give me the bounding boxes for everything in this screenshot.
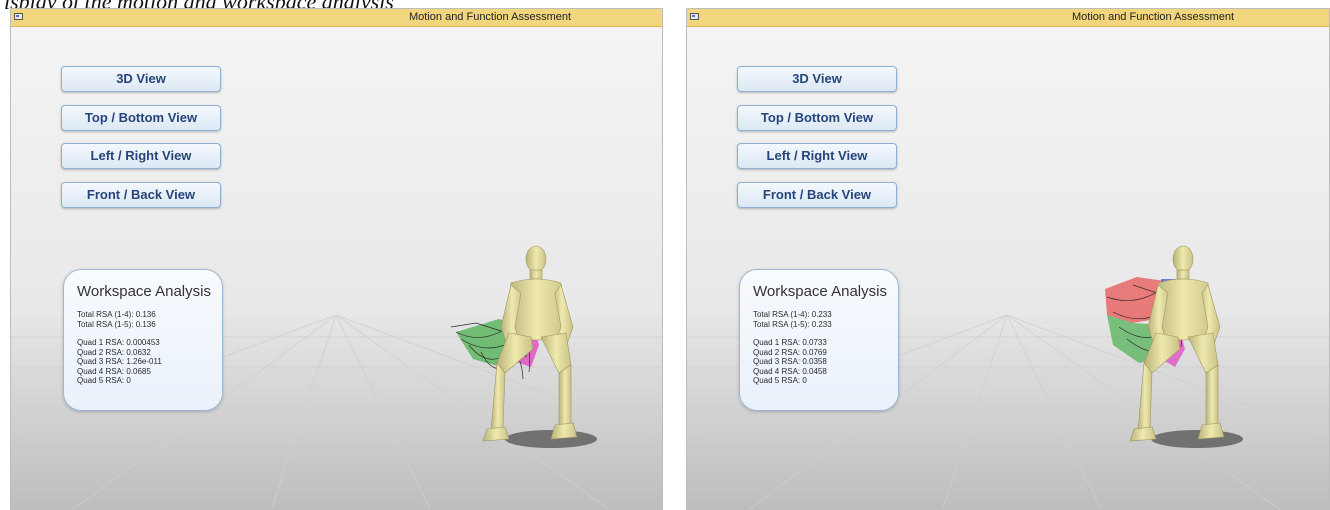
quad-4-rsa: Quad 4 RSA: 0.0458 bbox=[753, 366, 827, 376]
panel-title: Workspace Analysis bbox=[753, 283, 887, 300]
panel-title: Workspace Analysis bbox=[77, 283, 211, 300]
quad-3-rsa: Quad 3 RSA: 0.0358 bbox=[753, 357, 827, 366]
window-menu-icon[interactable] bbox=[14, 13, 23, 20]
quad-3-rsa: Quad 3 RSA: 1.26e-011 bbox=[77, 357, 162, 366]
total-rsa-1-5: Total RSA (1-5): 0.136 bbox=[77, 319, 156, 329]
top-bottom-view-button[interactable]: Top / Bottom View bbox=[61, 105, 221, 131]
window-title: Motion and Function Assessment bbox=[1072, 11, 1235, 23]
3d-view-button[interactable]: 3D View bbox=[61, 66, 221, 92]
3d-view-button[interactable]: 3D View bbox=[737, 66, 897, 92]
quad-4-rsa: Quad 4 RSA: 0.0685 bbox=[77, 366, 151, 376]
front-back-view-button[interactable]: Front / Back View bbox=[61, 182, 221, 208]
top-bottom-view-button[interactable]: Top / Bottom View bbox=[737, 105, 897, 131]
3d-viewport[interactable]: 3D View Top / Bottom View Left / Right V… bbox=[11, 27, 662, 509]
quad-5-rsa: Quad 5 RSA: 0 bbox=[77, 376, 131, 385]
quad-1-rsa: Quad 1 RSA: 0.000453 bbox=[77, 338, 160, 347]
app-window-left: Motion and Function Assessment 3D View T… bbox=[10, 8, 663, 510]
workspace-analysis-panel: Workspace Analysis Total RSA (1-4): 0.13… bbox=[63, 269, 223, 411]
quad-2-rsa: Quad 2 RSA: 0.0769 bbox=[753, 347, 827, 357]
3d-viewport[interactable]: 3D View Top / Bottom View Left / Right V… bbox=[687, 27, 1329, 509]
left-right-view-button[interactable]: Left / Right View bbox=[737, 143, 897, 169]
workspace-analysis-panel: Workspace Analysis Total RSA (1-4): 0.23… bbox=[739, 269, 899, 411]
rsa-values: Total RSA (1-4): 0.233 Total RSA (1-5): … bbox=[753, 310, 832, 386]
quad-5-rsa: Quad 5 RSA: 0 bbox=[753, 376, 807, 385]
quad-1-rsa: Quad 1 RSA: 0.0733 bbox=[753, 338, 827, 347]
figure-shadow bbox=[1151, 430, 1243, 448]
title-bar: Motion and Function Assessment bbox=[11, 9, 662, 27]
front-back-view-button[interactable]: Front / Back View bbox=[737, 182, 897, 208]
left-right-view-button[interactable]: Left / Right View bbox=[61, 143, 221, 169]
window-menu-icon[interactable] bbox=[690, 13, 699, 20]
title-bar: Motion and Function Assessment bbox=[687, 9, 1329, 27]
quad-2-rsa: Quad 2 RSA: 0.0632 bbox=[77, 347, 151, 357]
total-rsa-1-4: Total RSA (1-4): 0.136 bbox=[77, 310, 156, 319]
rsa-values: Total RSA (1-4): 0.136 Total RSA (1-5): … bbox=[77, 310, 162, 386]
app-window-right: Motion and Function Assessment 3D View T… bbox=[686, 8, 1330, 510]
total-rsa-1-4: Total RSA (1-4): 0.233 bbox=[753, 310, 832, 319]
total-rsa-1-5: Total RSA (1-5): 0.233 bbox=[753, 319, 832, 329]
window-title: Motion and Function Assessment bbox=[409, 11, 572, 23]
